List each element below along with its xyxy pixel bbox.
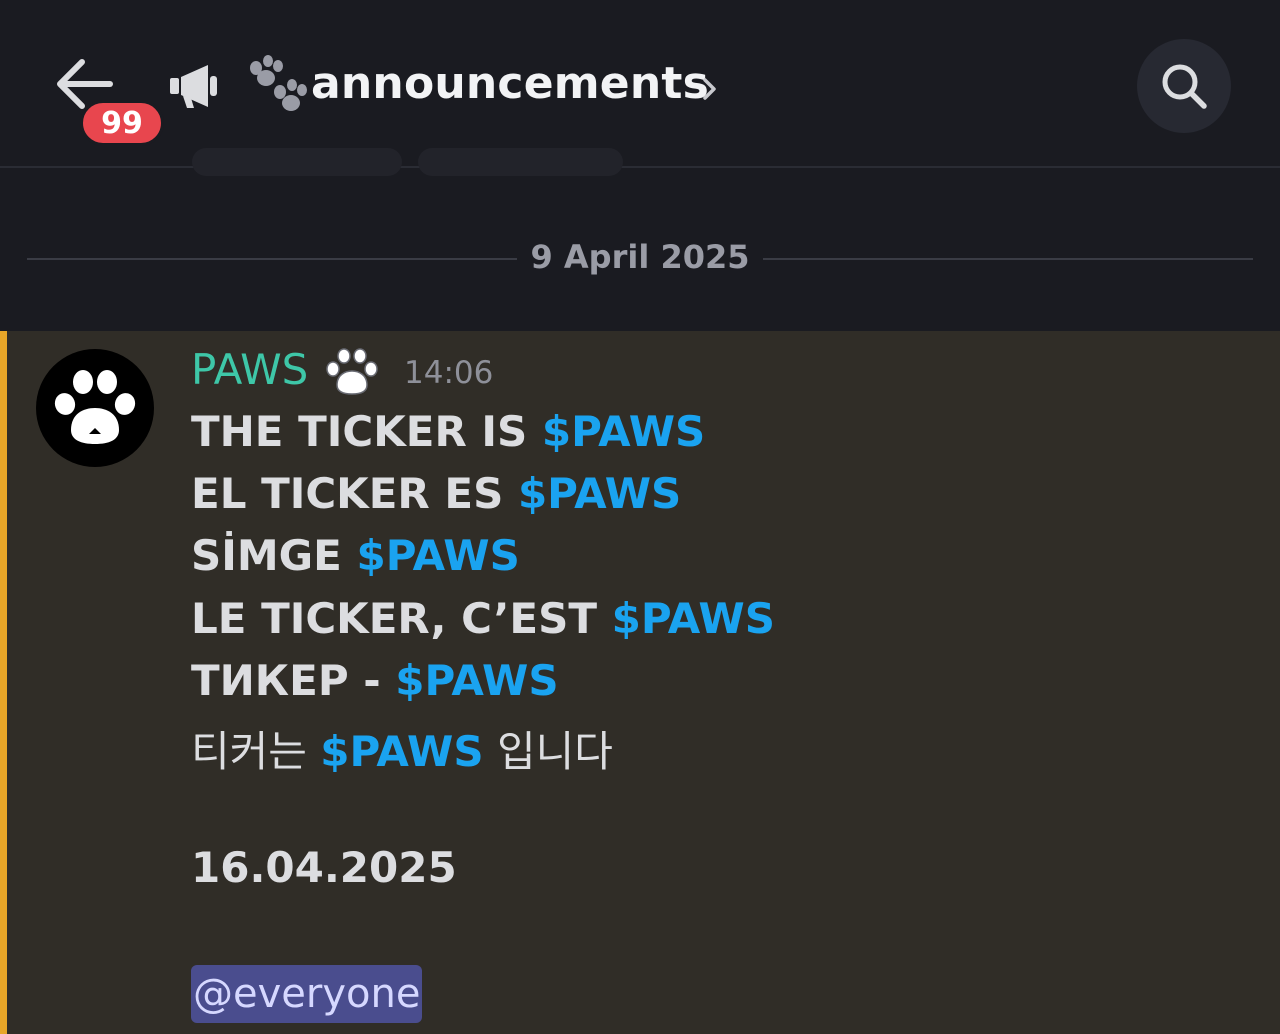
message-item[interactable]: PAWS 14:06 THE TICKER IS $PAWS EL TICKER… <box>0 331 1280 1034</box>
scrolled-pill <box>192 148 402 176</box>
line-text: 티커는 <box>191 727 321 776</box>
ticker-link[interactable]: $PAWS <box>320 727 483 776</box>
line-text: THE TICKER IS <box>191 407 542 456</box>
line-text: SİMGE <box>191 531 357 580</box>
paw-emoji-icon <box>326 348 378 395</box>
avatar[interactable] <box>36 349 154 467</box>
everyone-mention[interactable]: @everyone <box>191 965 423 1023</box>
author-name[interactable]: PAWS <box>191 345 308 394</box>
ticker-link[interactable]: $PAWS <box>542 407 705 456</box>
divider-line <box>27 258 517 260</box>
search-icon <box>1162 64 1207 109</box>
date-divider-label: 9 April 2025 <box>530 238 750 276</box>
mention-highlight-bar <box>0 331 7 1034</box>
ticker-link[interactable]: $PAWS <box>395 656 558 705</box>
paw-logo-icon <box>54 370 136 444</box>
search-button[interactable] <box>1137 39 1231 133</box>
chevron-right-icon[interactable] <box>700 74 720 104</box>
line-suffix: 입니다 <box>483 727 613 776</box>
channel-header: 99 announcements <box>0 0 1280 168</box>
line-text: ТИКЕР - <box>191 656 396 705</box>
ticker-link[interactable]: $PAWS <box>518 469 681 518</box>
unread-badge: 99 <box>80 100 164 146</box>
megaphone-icon <box>170 65 217 108</box>
paws-emoji-icon <box>250 55 307 111</box>
release-date: 16.04.2025 <box>191 843 457 892</box>
message-line: THE TICKER IS $PAWS <box>191 407 705 456</box>
divider-line <box>763 258 1253 260</box>
ticker-link[interactable]: $PAWS <box>612 594 775 643</box>
line-text: LE TICKER, C’EST <box>191 594 612 643</box>
message-line: 티커는 $PAWS 입니다 <box>191 718 613 779</box>
message-line: LE TICKER, C’EST $PAWS <box>191 594 775 643</box>
message-line: ТИКЕР - $PAWS <box>191 656 559 705</box>
line-text: EL TICKER ES <box>191 469 518 518</box>
message-line: EL TICKER ES $PAWS <box>191 469 681 518</box>
message-timestamp: 14:06 <box>404 355 494 391</box>
message-line: SİMGE $PAWS <box>191 531 520 580</box>
channel-name[interactable]: announcements <box>311 58 709 109</box>
ticker-link[interactable]: $PAWS <box>356 531 519 580</box>
scrolled-pill <box>418 148 623 176</box>
